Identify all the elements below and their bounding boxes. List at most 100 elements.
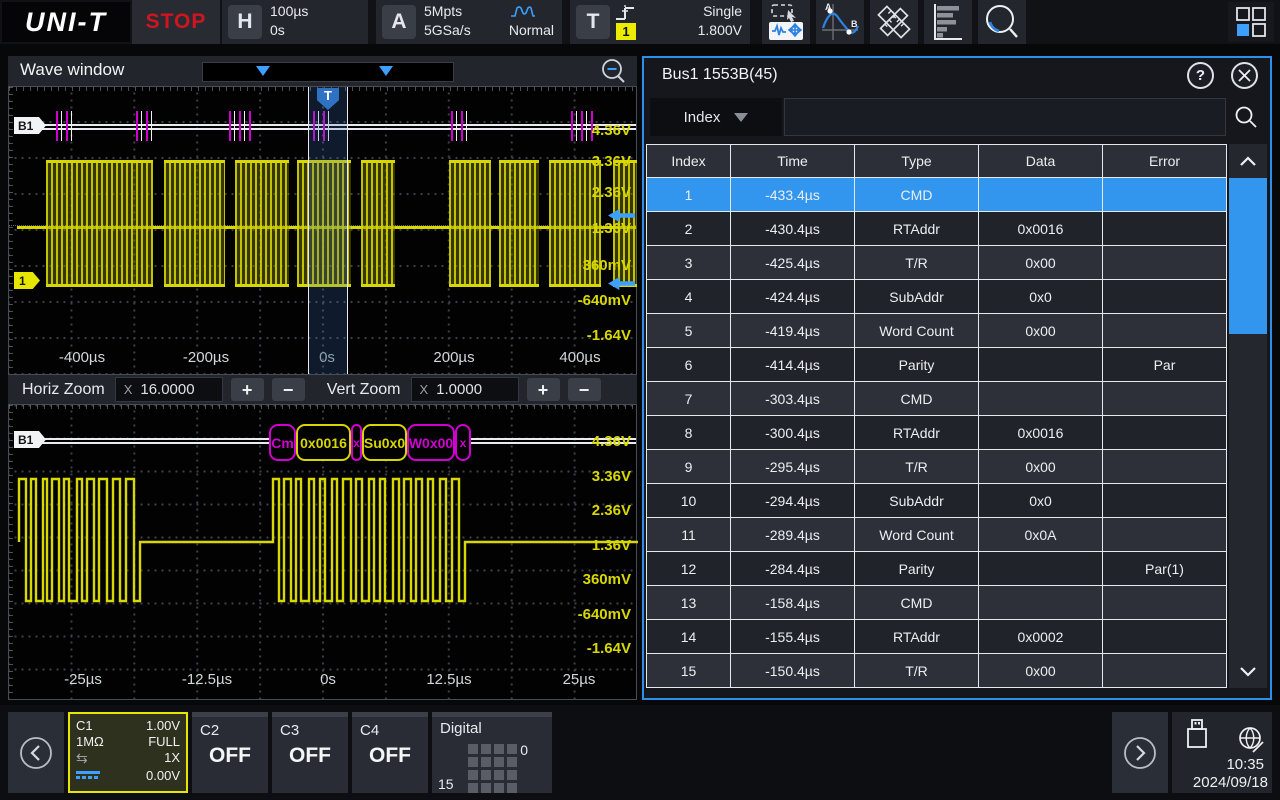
cell-data: 0x0	[979, 484, 1103, 518]
run-state-label: STOP	[146, 10, 207, 34]
magnifier-icon	[1234, 105, 1258, 129]
horiz-zoom-decrease-button[interactable]: −	[272, 378, 305, 401]
top-toolbar: UNI-T STOP H 100µs 0s A 5Mpts 5GSa/s Nor…	[0, 0, 1280, 44]
decode-bubble-x[interactable]: x	[455, 424, 471, 461]
marker-triangle-icon[interactable]	[379, 66, 393, 76]
scroll-down-button[interactable]	[1229, 654, 1267, 688]
horiz-zoom-increase-button[interactable]: +	[231, 378, 264, 401]
scrollbar-thumb[interactable]	[1229, 178, 1267, 334]
cell-data	[979, 178, 1103, 212]
vert-zoom-increase-button[interactable]: +	[527, 378, 560, 401]
cell-error	[1103, 450, 1227, 484]
cell-error	[1103, 382, 1227, 416]
cell-data: 0x00	[979, 246, 1103, 280]
channel-4-name: C4	[360, 722, 379, 739]
table-row[interactable]: 7-303.4µsCMD	[646, 382, 1227, 416]
voltage-axis-label: 4.36V	[541, 122, 631, 139]
main-waveform-plot[interactable]: T B1 1 4.36V 3.36V 2.36V 1.36V 360mV -64…	[8, 86, 637, 375]
table-row[interactable]: 2-430.4µsRTAddr0x0016	[646, 212, 1227, 246]
channel-bar: C1 1.00V 1MΩ FULL ⇆ 1X 0.00V C2 OFF C3 O…	[0, 705, 1280, 800]
table-row[interactable]: 1-433.4µsCMD	[646, 178, 1227, 212]
math-ab-button[interactable]: A B	[816, 0, 864, 44]
table-row[interactable]: 13-158.4µsCMD	[646, 586, 1227, 620]
cell-data: 0x0	[979, 280, 1103, 314]
histogram-icon	[928, 2, 968, 42]
table-row[interactable]: 5-419.4µsWord Count0x00	[646, 314, 1227, 348]
run-stop-button[interactable]: STOP	[132, 0, 220, 44]
close-button[interactable]	[1231, 62, 1258, 89]
channel1-position-flag[interactable]: 1	[14, 272, 40, 289]
table-row[interactable]: 6-414.4µsParityPar	[646, 348, 1227, 382]
search-tool-button[interactable]	[978, 0, 1026, 44]
cell-type: Word Count	[855, 518, 979, 552]
table-row[interactable]: 3-425.4µsT/R0x00	[646, 246, 1227, 280]
table-row[interactable]: 14-155.4µsRTAddr0x0002	[646, 620, 1227, 654]
select-move-tool-button[interactable]	[762, 0, 810, 44]
scroll-up-button[interactable]	[1229, 144, 1267, 178]
chevron-down-icon	[734, 113, 748, 122]
cell-error	[1103, 484, 1227, 518]
decode-bubble-subaddr[interactable]: Su0x0	[362, 424, 407, 461]
table-row[interactable]: 4-424.4µsSubAddr0x0	[646, 280, 1227, 314]
channel1-burst-trace	[46, 160, 153, 287]
trigger-level: 1.800V	[698, 21, 742, 40]
voltage-axis-label: -640mV	[541, 292, 631, 309]
cell-time: -425.4µs	[731, 246, 855, 280]
zoom-out-button[interactable]	[600, 58, 627, 85]
next-page-button[interactable]	[1112, 712, 1168, 793]
cell-error	[1103, 314, 1227, 348]
help-button[interactable]: ?	[1187, 62, 1214, 89]
cell-data	[979, 552, 1103, 586]
statistics-button[interactable]	[924, 0, 972, 44]
table-row[interactable]: 12-284.4µsParityPar(1)	[646, 552, 1227, 586]
scrollbar-track[interactable]	[1229, 334, 1267, 654]
vert-zoom-value-box[interactable]: X 1.0000	[411, 377, 519, 402]
decode-bubble-x[interactable]: x	[351, 424, 362, 461]
bus1-label-flag[interactable]: B1	[14, 117, 46, 134]
column-header-index: Index	[646, 144, 731, 178]
table-row[interactable]: 10-294.4µsSubAddr0x0	[646, 484, 1227, 518]
digital-channel-grid-icon	[468, 744, 517, 793]
cell-data: 0x0002	[979, 620, 1103, 654]
cell-index: 3	[646, 246, 731, 280]
cell-index: 5	[646, 314, 731, 348]
channel1-burst-trace	[164, 160, 225, 287]
search-button[interactable]	[1228, 98, 1264, 136]
table-row[interactable]: 9-295.4µsT/R0x00	[646, 450, 1227, 484]
measure-button[interactable]	[870, 0, 918, 44]
prev-page-button[interactable]	[8, 712, 64, 793]
cell-type: Parity	[855, 552, 979, 586]
card-top-strip	[192, 712, 268, 717]
waveform-position-bar[interactable]	[202, 62, 454, 82]
decode-bubble-cmd[interactable]: Cm	[269, 424, 296, 461]
channel-2-card[interactable]: C2 OFF	[192, 712, 268, 793]
acquire-settings-button[interactable]: A 5Mpts 5GSa/s Normal	[376, 0, 562, 44]
decode-table: Index Time Type Data Error 1-433.4µsCMD …	[646, 144, 1227, 688]
marker-triangle-icon[interactable]	[256, 66, 270, 76]
window-layout-button[interactable]	[1228, 2, 1274, 42]
search-input[interactable]	[784, 98, 1226, 136]
cell-index: 1	[646, 178, 731, 212]
zoom-waveform-plot[interactable]: B1 Cm 0x0016 x Su0x0 W0x00 x 4.36V 3.36V…	[8, 404, 637, 700]
status-tile[interactable]: 10:35 2024/09/18	[1172, 712, 1272, 793]
channel-1-card[interactable]: C1 1.00V 1MΩ FULL ⇆ 1X 0.00V	[68, 712, 188, 793]
time-axis-label: 0s	[283, 671, 373, 688]
decode-bubble-wordcount[interactable]: W0x00	[407, 424, 455, 461]
trigger-settings-button[interactable]: T 1 Single 1.800V	[570, 0, 750, 44]
chevron-down-icon	[1239, 666, 1257, 677]
horiz-zoom-value-box[interactable]: X 16.0000	[115, 377, 223, 402]
table-row[interactable]: 11-289.4µsWord Count0x0A	[646, 518, 1227, 552]
vert-zoom-decrease-button[interactable]: −	[568, 378, 601, 401]
decode-bubble-data[interactable]: 0x0016	[296, 424, 351, 461]
table-row[interactable]: 15-150.4µsT/R0x00	[646, 654, 1227, 688]
chevron-left-icon	[17, 734, 55, 772]
horizontal-settings-button[interactable]: H 100µs 0s	[222, 0, 368, 44]
zoom-region-band[interactable]	[308, 87, 348, 374]
table-row[interactable]: 8-300.4µsRTAddr0x0016	[646, 416, 1227, 450]
channel-3-card[interactable]: C3 OFF	[272, 712, 348, 793]
cell-data	[979, 382, 1103, 416]
channel-4-card[interactable]: C4 OFF	[352, 712, 428, 793]
search-field-dropdown[interactable]: Index	[650, 98, 782, 136]
horiz-zoom-value: 16.0000	[140, 381, 194, 398]
digital-card[interactable]: Digital 0 15	[432, 712, 552, 793]
